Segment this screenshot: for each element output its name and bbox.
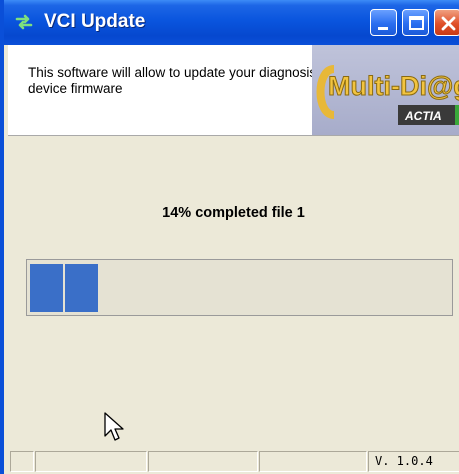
progress-segment xyxy=(30,264,63,312)
maximize-icon xyxy=(409,16,424,30)
minimize-button[interactable] xyxy=(370,9,397,36)
status-bar: V. 1.0.4 xyxy=(8,449,459,474)
vci-update-window: VCI Update This software will allow to u… xyxy=(0,0,459,474)
minimize-icon xyxy=(378,27,388,30)
window-title: VCI Update xyxy=(44,11,146,32)
statusbar-panel xyxy=(10,451,34,472)
progress-bar xyxy=(26,259,453,316)
description-text: This software will allow to update your … xyxy=(28,65,317,96)
statusbar-panel xyxy=(259,451,367,472)
multi-diag-logo: Multi-Di@g ACTIA xyxy=(312,45,459,135)
logo-brand: ACTIA xyxy=(404,109,442,123)
version-label: V. 1.0.4 xyxy=(368,451,459,472)
progress-status-text: 14% completed file 1 xyxy=(162,205,305,221)
statusbar-panel xyxy=(148,451,258,472)
mouse-cursor-icon xyxy=(104,412,124,441)
logo-text: Multi-Di@g xyxy=(328,71,459,101)
progress-segment xyxy=(65,264,98,312)
close-button[interactable] xyxy=(434,9,459,36)
header-panel: This software will allow to update your … xyxy=(8,45,459,136)
refresh-arrows-icon xyxy=(14,12,34,32)
statusbar-panel xyxy=(35,451,147,472)
title-bar[interactable]: VCI Update xyxy=(4,0,459,45)
close-icon xyxy=(441,16,456,31)
maximize-button[interactable] xyxy=(402,9,429,36)
